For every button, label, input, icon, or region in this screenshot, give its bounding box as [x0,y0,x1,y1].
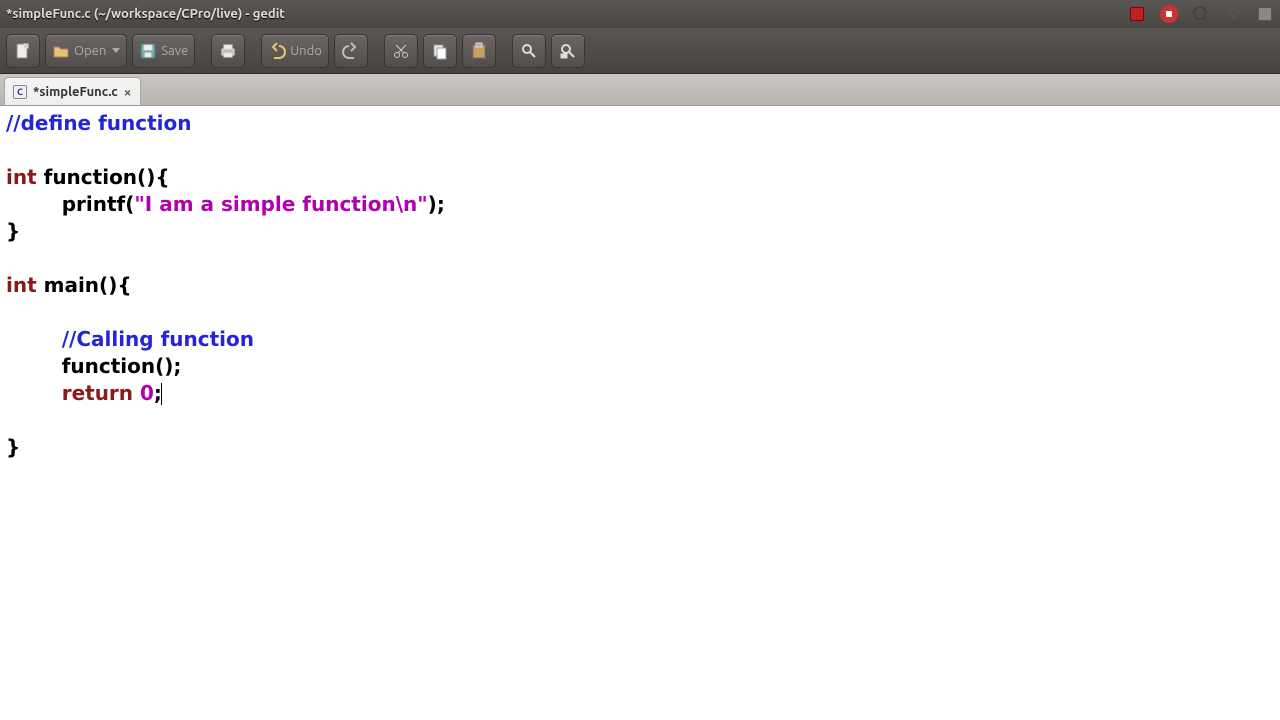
code-editor[interactable]: //define function int function(){ printf… [0,106,1280,465]
code-brace: } [6,435,20,459]
code-text: ); [428,192,445,216]
wifi-icon[interactable] [1224,5,1242,23]
code-text: main(){ [37,273,132,297]
window-max-icon[interactable] [1256,5,1274,23]
code-indent [6,327,62,351]
save-label: Save [161,44,188,58]
window-title: *simpleFunc.c (~/workspace/CPro/live) - … [6,7,1128,21]
code-call: printf( [62,192,135,216]
code-type: int [6,273,37,297]
search-icon[interactable] [1192,5,1210,23]
file-type-icon: C [13,85,27,99]
code-comment: //define function [6,111,192,135]
copy-button[interactable] [423,34,457,68]
code-number: 0 [140,381,154,405]
cut-button[interactable] [384,34,418,68]
tab-filename: *simpleFunc.c [33,85,118,99]
code-indent [6,192,62,216]
file-tab[interactable]: C *simpleFunc.c × [4,77,141,105]
code-string: "I am a simple function [134,192,395,216]
stop-record-icon[interactable] [1160,5,1178,23]
code-indent [6,381,62,405]
system-tray [1128,5,1274,23]
save-button[interactable]: Save [132,34,195,68]
replace-button[interactable] [551,34,585,68]
code-string: " [417,192,427,216]
code-text: function(); [62,354,182,378]
text-cursor [161,383,162,405]
undo-label: Undo [290,44,322,58]
redo-button[interactable] [334,34,368,68]
code-text: function(){ [37,165,170,189]
chevron-down-icon [112,48,120,53]
code-indent [6,354,62,378]
new-file-button[interactable] [6,34,40,68]
code-keyword: return [62,381,133,405]
main-toolbar: Open Save Undo [0,28,1280,74]
open-button[interactable]: Open [45,34,127,68]
find-button[interactable] [512,34,546,68]
code-comment: //Calling function [62,327,254,351]
record-icon[interactable] [1128,5,1146,23]
paste-button[interactable] [462,34,496,68]
open-label: Open [74,44,106,58]
undo-button[interactable]: Undo [261,34,329,68]
title-bar: *simpleFunc.c (~/workspace/CPro/live) - … [0,0,1280,28]
code-text [133,381,140,405]
code-escape: \n [396,192,418,216]
code-type: int [6,165,37,189]
code-brace: } [6,219,20,243]
tab-bar: C *simpleFunc.c × [0,74,1280,106]
close-tab-button[interactable]: × [124,84,132,100]
print-button[interactable] [211,34,245,68]
